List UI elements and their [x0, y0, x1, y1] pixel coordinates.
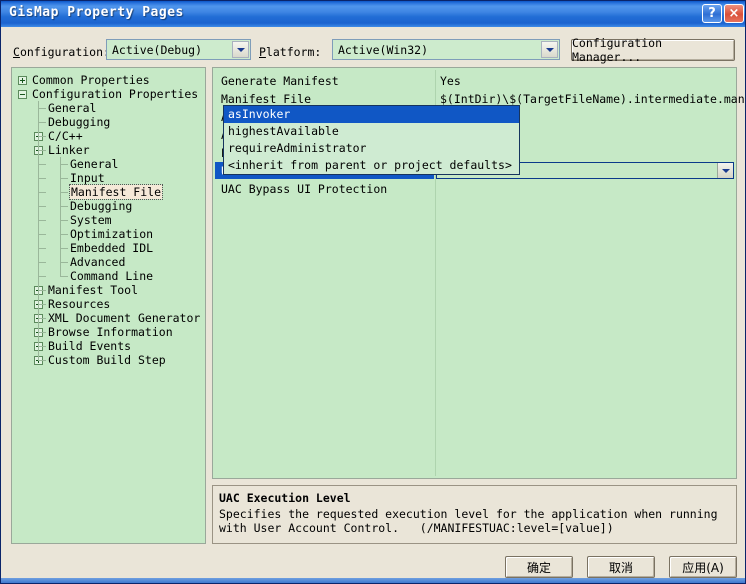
- tree-item-label: Manifest Tool: [48, 283, 139, 297]
- tree-connector: [38, 192, 46, 193]
- tree-item-configuration-properties[interactable]: Configuration Properties: [12, 87, 205, 101]
- expand-icon[interactable]: [18, 76, 27, 85]
- close-button[interactable]: ×: [724, 4, 744, 23]
- tree-connector: [60, 206, 68, 207]
- tree-connector: [38, 290, 46, 291]
- property-value: $(IntDir)\$(TargetFileName).intermediate…: [440, 92, 746, 106]
- tree-connector: [38, 276, 46, 277]
- dropdown-option[interactable]: asInvoker: [224, 106, 519, 123]
- configuration-value: Active(Debug): [112, 43, 203, 57]
- title-bar[interactable]: GisMap Property Pages ? ×: [1, 1, 745, 27]
- tree-item-label: Embedded IDL: [70, 241, 154, 255]
- property-name: UAC Bypass UI Protection: [221, 182, 388, 196]
- property-name: Generate Manifest: [221, 74, 339, 88]
- tree-item-label: Debugging: [48, 115, 111, 129]
- tree-connector: [38, 108, 46, 109]
- tree-item-label: General: [70, 157, 119, 171]
- tree-connector: [38, 122, 46, 123]
- tree-connector: [60, 276, 68, 277]
- uac-execution-level-dropdown-list[interactable]: asInvoker highestAvailable requireAdminist…: [223, 105, 520, 175]
- dropdown-option[interactable]: requireAdministrator: [224, 140, 519, 157]
- ok-label: 确定: [526, 560, 551, 575]
- property-name: Manifest File: [221, 92, 312, 106]
- tree-item-label: System: [70, 213, 112, 227]
- tree-item-label: Build Events: [48, 339, 132, 353]
- tree-connector: [38, 262, 46, 263]
- tree-item-label: Common Properties: [32, 73, 150, 87]
- collapse-icon[interactable]: [18, 90, 27, 99]
- tree-item-label: Browse Information: [48, 325, 173, 339]
- help-button[interactable]: ?: [702, 4, 722, 23]
- grid-row[interactable]: Generate Manifest Yes: [215, 72, 734, 89]
- dropdown-option[interactable]: highestAvailable: [224, 123, 519, 140]
- cancel-label: 取消: [608, 560, 633, 575]
- tree-item-label: XML Document Generator: [48, 311, 201, 325]
- tree-item-label: Optimization: [70, 227, 154, 241]
- platform-label: Platform:: [259, 45, 322, 59]
- configuration-label-text: onfiguration:: [19, 45, 110, 59]
- tree-item-label: Manifest File: [68, 184, 164, 200]
- platform-value: Active(Win32): [338, 43, 429, 57]
- platform-combo[interactable]: Active(Win32): [332, 39, 560, 60]
- tree-connector: [38, 206, 46, 207]
- configuration-label: Configuration:: [13, 45, 110, 59]
- description-title: UAC Execution Level: [219, 491, 351, 505]
- tree-item-label: Linker: [48, 143, 90, 157]
- tree-connector: [38, 234, 46, 235]
- tree-item-label: Configuration Properties: [32, 87, 199, 101]
- tree-connector: [60, 248, 68, 249]
- configuration-manager-label: Configuration Manager...: [572, 36, 663, 64]
- cancel-button[interactable]: 取消: [587, 556, 655, 578]
- tree-connector: [38, 346, 46, 347]
- window-title: GisMap Property Pages: [9, 5, 184, 20]
- tree-item-label: Debugging: [70, 199, 133, 213]
- properties-tree[interactable]: Common Properties Configuration Propertie…: [11, 67, 206, 544]
- apply-button[interactable]: 应用(A): [669, 556, 737, 578]
- tree-connector: [38, 136, 46, 137]
- tree-item-label: C/C++: [48, 129, 83, 143]
- tree-item-label: Custom Build Step: [48, 353, 166, 367]
- apply-label: 应用(A): [682, 560, 724, 575]
- tree-item-label: Input: [70, 171, 105, 185]
- configuration-manager-button[interactable]: Configuration Manager...: [571, 36, 735, 64]
- tree-connector: [60, 192, 68, 193]
- tree-connector: [38, 150, 46, 151]
- tree-item-common-properties[interactable]: Common Properties: [12, 73, 205, 87]
- tree-connector: [38, 164, 46, 165]
- platform-label-text: latform:: [265, 45, 322, 59]
- tree-connector: [38, 304, 46, 305]
- tree-connector: [38, 178, 46, 179]
- property-pages-dialog: GisMap Property Pages ? × Configuration:…: [0, 0, 746, 584]
- chevron-down-icon[interactable]: [717, 163, 733, 178]
- tree-item-label: Advanced: [70, 255, 126, 269]
- tree-connector: [60, 262, 68, 263]
- tree-connector: [60, 164, 68, 165]
- tree-connector: [60, 234, 68, 235]
- grid-row[interactable]: UAC Bypass UI Protection: [215, 180, 734, 197]
- description-body: Specifies the requested execution level …: [219, 507, 725, 535]
- tree-connector: [38, 220, 46, 221]
- status-strip: [1, 578, 745, 583]
- chevron-down-icon[interactable]: [541, 41, 558, 58]
- tree-connector: [60, 220, 68, 221]
- description-panel: UAC Execution Level Specifies the reques…: [212, 485, 737, 544]
- dropdown-option[interactable]: <inherit from parent or project defaults…: [224, 157, 519, 174]
- property-value: Yes: [440, 74, 461, 88]
- tree-connector: [38, 332, 46, 333]
- tree-item-label: Command Line: [70, 269, 154, 283]
- configuration-combo[interactable]: Active(Debug): [106, 39, 251, 60]
- window-controls: ? ×: [702, 4, 744, 23]
- ok-button[interactable]: 确定: [505, 556, 573, 578]
- tree-item-label: General: [48, 101, 97, 115]
- tree-connector: [60, 157, 61, 277]
- tree-item-label: Resources: [48, 297, 111, 311]
- tree-connector: [38, 101, 39, 361]
- tree-connector: [38, 360, 46, 361]
- tree-connector: [60, 178, 68, 179]
- tree-connector: [38, 248, 46, 249]
- tree-connector: [38, 318, 46, 319]
- chevron-down-icon[interactable]: [232, 41, 249, 58]
